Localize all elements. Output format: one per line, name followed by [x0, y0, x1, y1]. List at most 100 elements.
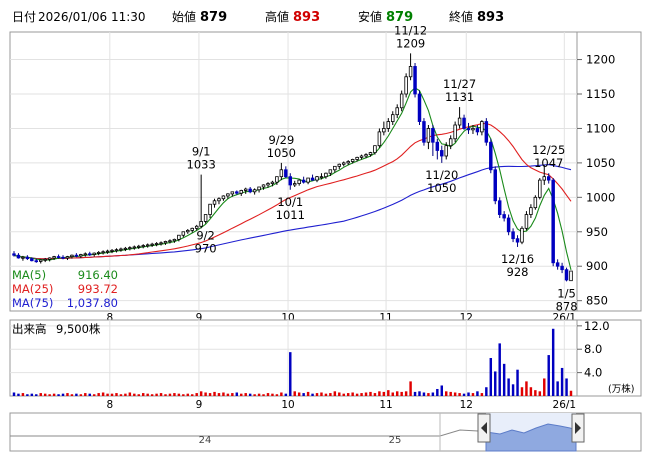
high-value: 893 [293, 10, 320, 25]
volume-bar [110, 393, 114, 396]
volume-bar [284, 393, 288, 396]
volume-bar [115, 393, 118, 396]
volume-bar [551, 328, 555, 396]
candle-body [364, 154, 368, 157]
candle-body [315, 176, 319, 181]
candle-body [489, 141, 493, 171]
annotation-date: 11/27 [443, 77, 476, 91]
candle-body [154, 243, 159, 245]
annotation-date: 11/12 [394, 23, 427, 37]
price-tick-label: 1000 [586, 190, 615, 204]
volume-bar [280, 392, 283, 396]
volume-tick-label: 8.0 [584, 342, 602, 356]
candle-body [235, 191, 239, 194]
volume-bar [378, 391, 381, 396]
chart-svg: 日付 2026/01/06 11:30 始値 879 高値 893 安値 879… [9, 9, 642, 452]
candle-body [181, 231, 186, 236]
volume-bar [342, 393, 345, 396]
candle-body [217, 198, 221, 202]
candle-body [221, 195, 226, 200]
candle-body [190, 227, 194, 231]
candle-body [448, 138, 453, 147]
candle-body [529, 207, 533, 215]
candle-body [292, 183, 297, 186]
volume-bar [324, 393, 328, 396]
candle-body [257, 186, 261, 191]
candle-body [110, 249, 114, 252]
candle-body [65, 256, 70, 259]
navigator[interactable]: 24 25 [9, 412, 642, 452]
ma25-label: MA(25) [12, 282, 53, 296]
candle-body [168, 240, 172, 243]
candle-body [132, 246, 137, 249]
volume-x-tick-label: 26/1 [553, 399, 577, 411]
candle-body [163, 241, 168, 244]
price-tick-label: 1150 [586, 87, 615, 101]
candle-body [248, 188, 252, 193]
price-tick-label: 900 [586, 259, 608, 273]
volume-bar [30, 393, 34, 396]
candle-body [34, 260, 39, 263]
volume-bar [507, 378, 510, 396]
candle-body [346, 161, 350, 164]
annotation-date: 9/29 [268, 133, 294, 147]
volume-bar [306, 391, 310, 396]
candle-body [25, 256, 30, 260]
candle-body [569, 270, 573, 282]
volume-bar [92, 394, 96, 396]
candle-body [551, 179, 555, 264]
volume-bar [17, 393, 20, 396]
navigator-left-handle[interactable] [477, 413, 491, 443]
volume-bar [355, 393, 359, 396]
volume-bar [257, 393, 261, 396]
volume-bar [199, 391, 203, 396]
stock-chart-widget: 日付 2026/01/06 11:30 始値 879 高値 893 安値 879… [0, 0, 653, 470]
candle-body [546, 176, 551, 181]
volume-tick-label: 4.0 [584, 366, 602, 380]
ma25-value: 993.72 [78, 282, 118, 296]
candle-body [159, 242, 163, 245]
candle-body [391, 114, 395, 122]
volume-bar [231, 393, 234, 396]
candle-body [266, 183, 270, 186]
candle-body [324, 172, 328, 178]
navigator-tick-25: 25 [389, 435, 402, 446]
volume-bar [387, 390, 390, 396]
annotation-price: 1033 [187, 158, 216, 172]
candle-body [114, 249, 119, 252]
candle-body [524, 214, 529, 229]
open-label: 始値 [172, 9, 196, 24]
volume-bar [12, 392, 16, 396]
volume-bar [391, 392, 394, 396]
volume-bar [26, 394, 29, 396]
volume-bar [253, 394, 256, 396]
volume-bar [248, 393, 252, 396]
candle-body [417, 93, 422, 122]
volume-bar [293, 391, 296, 396]
volume-bar [35, 394, 38, 396]
volume-bar [297, 392, 301, 396]
volume-bar [364, 392, 368, 396]
candle-body [413, 66, 417, 95]
candle-body [306, 177, 310, 183]
navigator-right-handle[interactable] [571, 413, 585, 443]
volume-bar [547, 355, 550, 396]
annotation-date: 9/2 [196, 229, 215, 243]
annotation-date: 12/16 [501, 252, 534, 266]
volume-bar [128, 392, 132, 396]
volume-bar [275, 394, 279, 396]
high-label: 高値 [265, 9, 289, 24]
ma75-value: 1,037.80 [67, 296, 118, 310]
volume-bar [146, 393, 149, 396]
volume-bar [502, 363, 506, 396]
candle-body [74, 254, 79, 257]
candle-body [399, 93, 404, 109]
volume-bar [235, 392, 239, 396]
candle-body [475, 128, 480, 133]
annotation-price: 1050 [267, 146, 296, 160]
volume-bar [329, 393, 332, 396]
datetime: 2026/01/06 11:30 [38, 10, 146, 24]
candle-body [466, 128, 471, 131]
volume-bar [39, 393, 42, 396]
candle-body [310, 177, 315, 181]
